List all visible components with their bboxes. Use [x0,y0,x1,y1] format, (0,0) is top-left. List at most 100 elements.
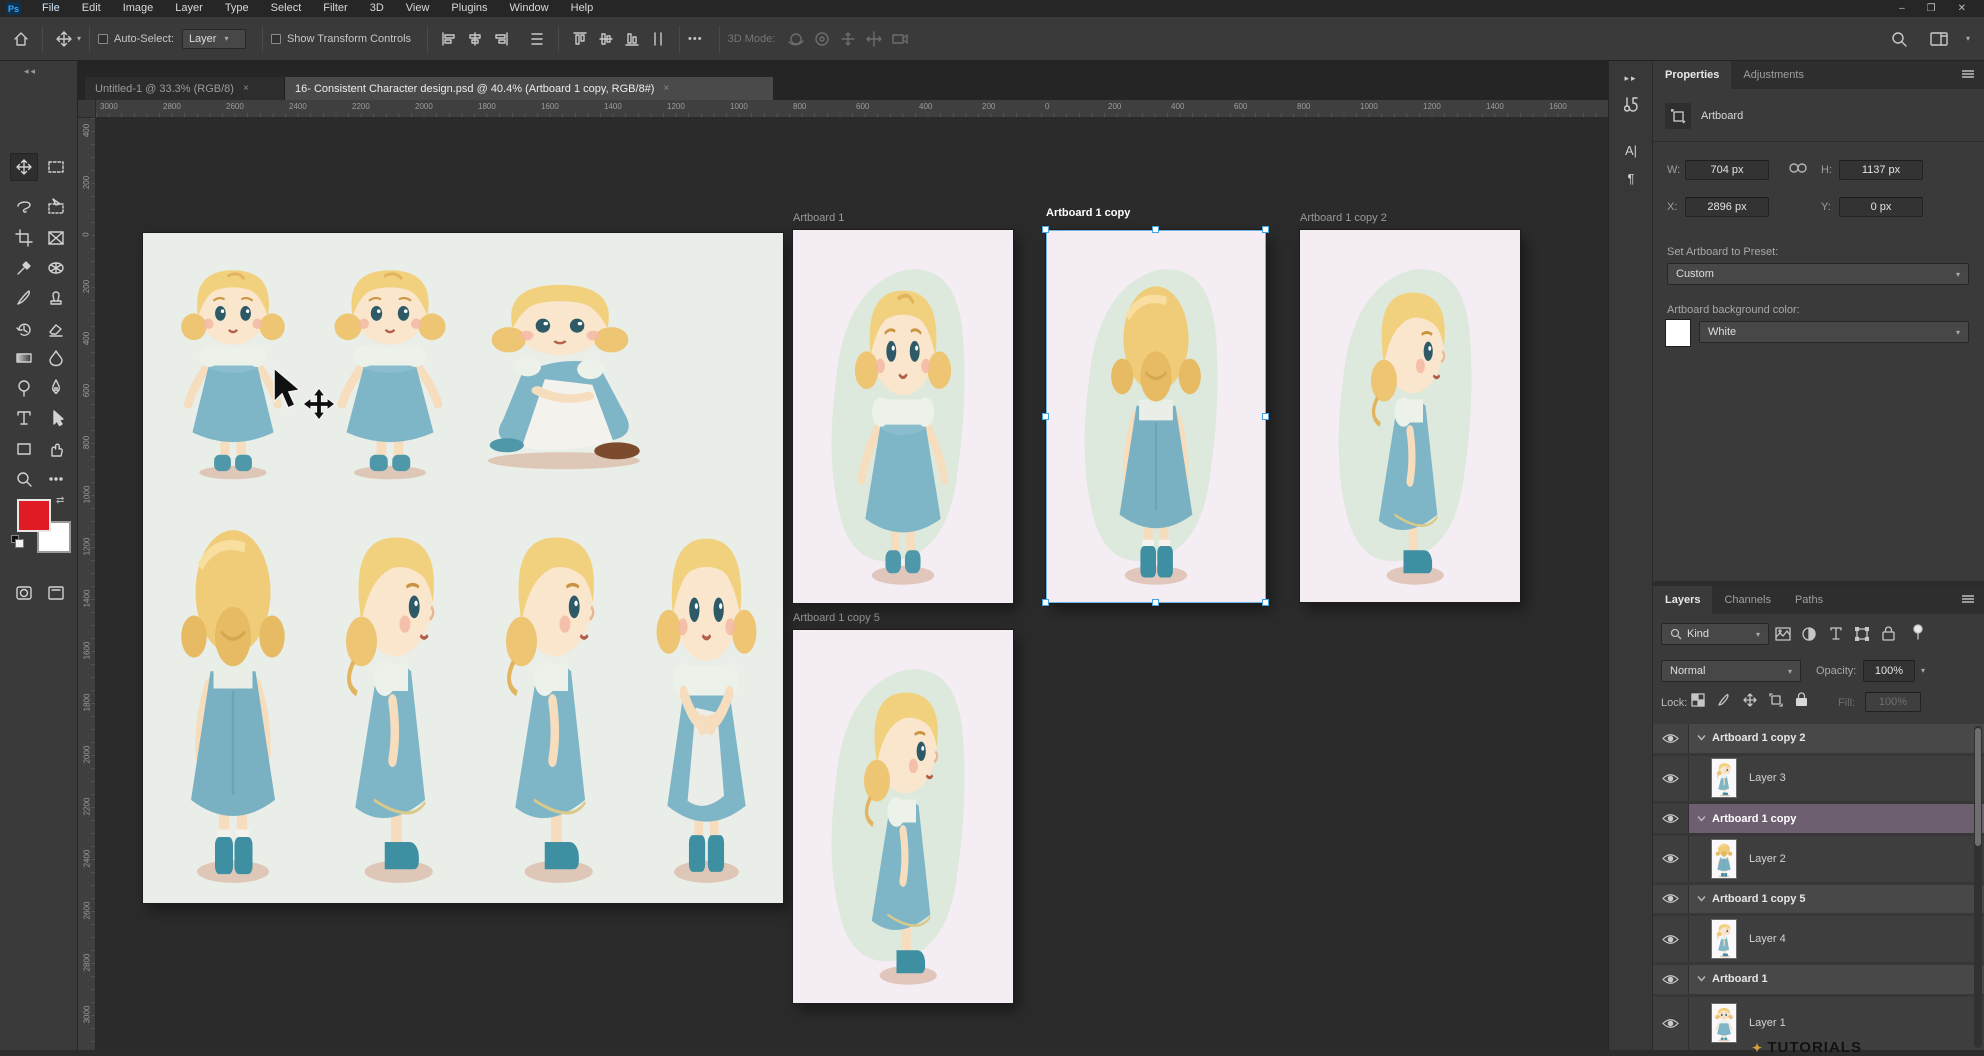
chevron-down-icon[interactable]: ▾ [77,34,81,43]
document-tab-inactive[interactable]: Untitled-1 @ 33.3% (RGB/8)× [85,77,285,100]
menu-item[interactable]: Edit [71,0,112,17]
chevron-down-icon[interactable]: ▾ [1921,666,1925,675]
filter-toggle-icon[interactable] [1912,624,1924,643]
transform-handle[interactable] [1262,226,1269,233]
panel-menu-icon[interactable] [1961,594,1975,607]
window-minimize-button[interactable]: – [1899,3,1905,14]
toolbar-collapse-icon[interactable]: ◂◂ [24,66,37,77]
tab-paths[interactable]: Paths [1783,586,1835,614]
tab-close-icon[interactable]: × [243,83,249,94]
artboard-1[interactable] [793,230,1013,603]
filter-adjustment-layers-icon[interactable] [1802,627,1816,644]
edit-toolbar-button[interactable] [42,465,70,493]
transform-handle[interactable] [1262,599,1269,606]
artboard-1-copy[interactable] [1046,230,1266,603]
layer-thumbnail[interactable] [1711,1003,1737,1043]
visibility-toggle[interactable] [1653,724,1689,753]
collapsed-panel-brushes-icon[interactable] [1617,91,1645,117]
layer-group-row[interactable]: Artboard 1 copy 5 [1653,885,1984,914]
lock-all-icon[interactable] [1795,692,1808,710]
vertical-ruler[interactable]: 4002000200400600800100012001400160018002… [78,118,96,1050]
tab-adjustments[interactable]: Adjustments [1731,61,1816,89]
artboard-1-copy-2[interactable] [1300,230,1520,602]
rectangle-tool[interactable] [10,435,38,463]
lock-artboard-icon[interactable] [1769,693,1783,710]
document-tab-active[interactable]: 16- Consistent Character design.psd @ 40… [285,77,773,100]
lock-position-icon[interactable] [1743,693,1757,710]
bg-color-dropdown[interactable]: White▾ [1699,321,1969,343]
menu-item[interactable]: File [31,0,71,17]
collapsed-panel-paragraph-icon[interactable]: ¶ [1617,165,1645,191]
canvas[interactable]: Artboard 1 Artboard 1 copy Artboard 1 co… [96,118,1608,1050]
frame-tool[interactable] [42,224,70,252]
layer-thumbnail[interactable] [1711,758,1737,798]
layer-row[interactable]: Layer 4 [1653,916,1984,962]
expand-panels-icon[interactable]: ▸▸ [1617,65,1645,91]
layer-thumbnail[interactable] [1711,919,1737,959]
align-left-icon[interactable] [436,26,462,52]
menu-item[interactable]: Filter [312,0,358,17]
width-field[interactable]: 704 px [1685,160,1769,180]
chevron-down-icon[interactable] [1697,973,1706,985]
artboard-1-copy-5[interactable] [793,630,1013,1003]
swap-colors-icon[interactable]: ⇄ [56,495,64,506]
link-dimensions-icon[interactable] [1787,160,1809,179]
eyedropper-tool[interactable] [10,254,38,282]
visibility-toggle[interactable] [1653,804,1689,833]
quick-mask-button[interactable] [10,579,38,607]
show-transform-checkbox[interactable] [271,34,281,44]
workspace-switcher-icon[interactable] [1926,26,1952,52]
layer-row[interactable]: Layer 3 [1653,756,1984,802]
type-tool[interactable] [10,404,38,432]
distribute-vertical-icon[interactable] [524,26,550,52]
brush-tool[interactable] [10,284,38,312]
layers-scrollbar[interactable] [1974,726,1982,1048]
layer-filter-kind-dropdown[interactable]: Kind▾ [1661,623,1769,645]
bg-color-swatch[interactable] [1665,319,1691,347]
chevron-down-icon[interactable] [1697,732,1706,744]
transform-handle[interactable] [1152,599,1159,606]
visibility-toggle[interactable] [1653,916,1689,962]
move-tool-option-icon[interactable] [51,26,77,52]
crop-tool[interactable] [10,224,38,252]
reference-sheet-image[interactable] [143,233,783,903]
path-select-tool[interactable] [42,404,70,432]
layer-group-row[interactable]: Artboard 1 copy 2 [1653,724,1984,753]
screen-mode-button[interactable] [42,579,70,607]
foreground-color-swatch[interactable] [17,499,51,532]
artboard-label-selected[interactable]: Artboard 1 copy [1046,207,1130,219]
more-options-button[interactable]: ••• [688,33,703,45]
auto-select-target-dropdown[interactable]: Layer▾ [182,29,246,49]
transform-handle[interactable] [1042,226,1049,233]
visibility-toggle[interactable] [1653,836,1689,882]
window-close-button[interactable]: ✕ [1958,3,1966,14]
clone-stamp-tool[interactable] [42,284,70,312]
marquee-tool[interactable] [42,153,70,181]
move-tool[interactable] [10,153,38,181]
opacity-field[interactable]: 100% [1863,660,1915,682]
menu-item[interactable]: 3D [359,0,395,17]
visibility-toggle[interactable] [1653,997,1689,1050]
history-brush-tool[interactable] [10,315,38,343]
object-selection-tool[interactable] [42,192,70,220]
filter-smart-objects-icon[interactable] [1882,626,1895,644]
align-bottom-icon[interactable] [619,26,645,52]
blur-tool[interactable] [42,344,70,372]
menu-item[interactable]: Window [499,0,560,17]
menu-item[interactable]: Plugins [440,0,498,17]
tab-properties[interactable]: Properties [1653,61,1731,89]
menu-item[interactable]: Select [260,0,313,17]
preset-dropdown[interactable]: Custom▾ [1667,263,1969,285]
visibility-toggle[interactable] [1653,756,1689,802]
visibility-toggle[interactable] [1653,965,1689,994]
artboard-label[interactable]: Artboard 1 [793,212,844,224]
layer-group-row-selected[interactable]: Artboard 1 copy [1653,804,1984,833]
pen-tool[interactable] [42,374,70,402]
blend-mode-dropdown[interactable]: Normal▾ [1661,660,1801,682]
zoom-tool[interactable] [10,465,38,493]
height-field[interactable]: 1137 px [1839,160,1923,180]
align-right-icon[interactable] [488,26,514,52]
x-field[interactable]: 2896 px [1685,197,1769,217]
transform-handle[interactable] [1042,599,1049,606]
transform-handle[interactable] [1262,413,1269,420]
